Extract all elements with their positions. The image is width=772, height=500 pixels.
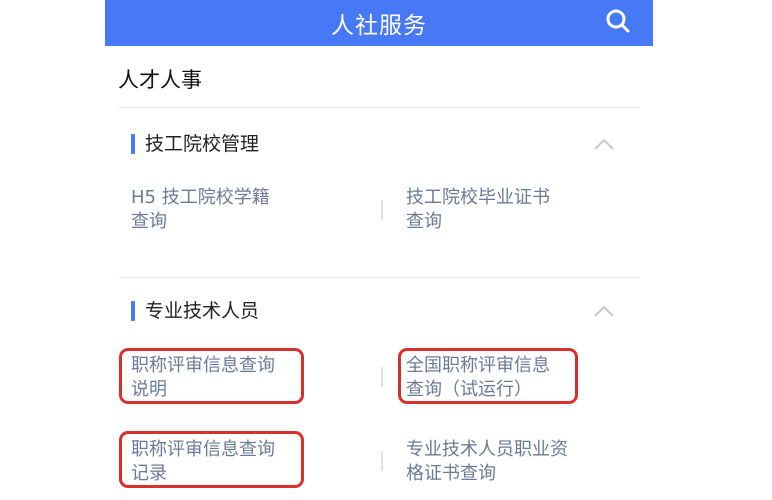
service-item-professional-qualification-certificate-query[interactable]: 专业技术人员职业资 格证书查询 bbox=[406, 438, 581, 486]
highlight-box bbox=[119, 431, 304, 488]
column-separator bbox=[381, 200, 383, 220]
app-header: 人社服务 bbox=[105, 0, 653, 46]
service-item-label: 专业技术人员职业资 bbox=[406, 439, 568, 460]
phone-screen: 人社服务 人才人事 技工院校管理 H5 技工院校学籍 查询 技工院校毕业证书 查… bbox=[105, 0, 653, 500]
highlight-box bbox=[398, 348, 578, 404]
section-title: 人才人事 bbox=[118, 68, 202, 92]
service-item-label: 技工院校毕业证书 bbox=[406, 187, 550, 208]
service-item-label: 格证书查询 bbox=[406, 463, 496, 484]
chevron-up-icon bbox=[594, 305, 614, 317]
column-separator bbox=[381, 451, 383, 471]
divider bbox=[118, 107, 640, 108]
service-item-student-records-query[interactable]: H5 技工院校学籍 查询 bbox=[131, 186, 306, 234]
search-icon bbox=[606, 9, 630, 33]
group-label: 专业技术人员 bbox=[145, 300, 260, 322]
column-separator bbox=[381, 367, 383, 387]
group-label: 技工院校管理 bbox=[145, 133, 260, 155]
highlight-box bbox=[119, 348, 304, 404]
service-item-label: 查询 bbox=[406, 211, 442, 232]
chevron-up-icon bbox=[594, 138, 614, 150]
collapse-toggle[interactable] bbox=[593, 136, 615, 150]
group-accent-bar bbox=[131, 301, 135, 321]
group-accent-bar bbox=[131, 134, 135, 154]
service-item-graduation-certificate-query[interactable]: 技工院校毕业证书 查询 bbox=[406, 186, 581, 234]
collapse-toggle[interactable] bbox=[593, 303, 615, 317]
service-item-label: H5 技工院校学籍 bbox=[131, 187, 270, 208]
divider bbox=[118, 277, 640, 278]
page-title: 人社服务 bbox=[331, 13, 427, 39]
service-item-label: 查询 bbox=[131, 211, 167, 232]
search-button[interactable] bbox=[605, 8, 631, 34]
